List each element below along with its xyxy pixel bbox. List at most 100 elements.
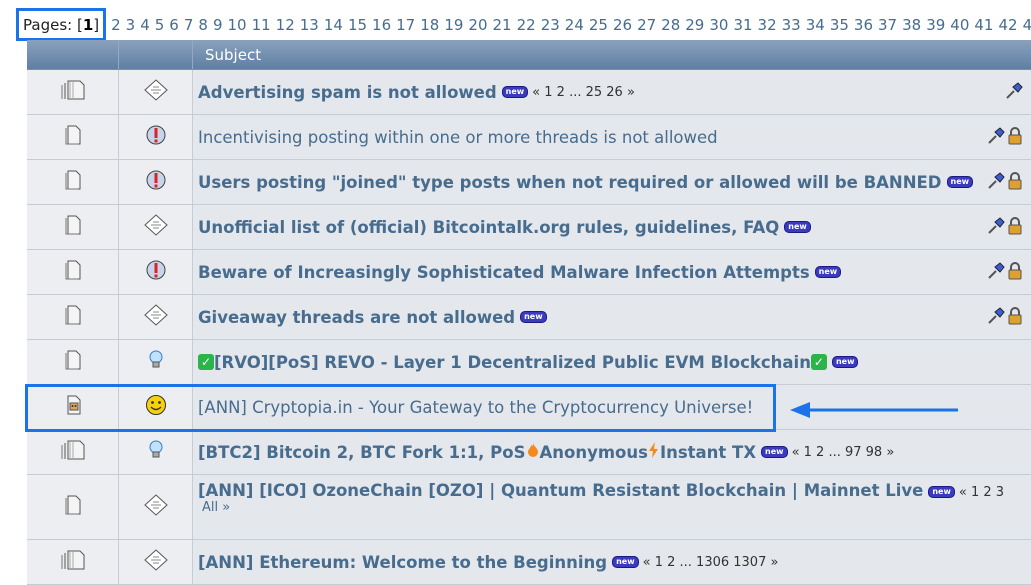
page-icon	[64, 170, 82, 194]
diamond-icon	[143, 303, 169, 331]
fire-icon	[526, 442, 540, 462]
topic-link-end[interactable]: Instant TX	[660, 443, 756, 462]
page-link[interactable]: 19	[444, 16, 463, 34]
topic-type-cell	[119, 475, 193, 539]
page-link[interactable]: 20	[468, 16, 487, 34]
page-link[interactable]: 2	[111, 16, 121, 34]
page-link[interactable]: 30	[709, 16, 728, 34]
subject-cell: Beware of Increasingly Sophisticated Mal…	[193, 250, 1031, 294]
topic-pages[interactable]: « 1 2 ... 97 98 »	[792, 445, 895, 460]
page-link[interactable]: 33	[782, 16, 801, 34]
page-link[interactable]: 35	[830, 16, 849, 34]
page-link[interactable]: 8	[198, 16, 208, 34]
subject-cell: [ANN] [ICO] OzoneChain [OZO] | Quantum R…	[193, 475, 1031, 539]
new-badge[interactable]: new	[784, 221, 811, 233]
pin-icon	[987, 172, 1005, 194]
topic-link[interactable]: [RVO][PoS] REVO - Layer 1 Decentralized …	[214, 353, 811, 372]
page-icon	[64, 260, 82, 284]
new-badge[interactable]: new	[814, 266, 842, 278]
topic-status-cell	[27, 540, 119, 584]
lock-icon	[1007, 262, 1023, 284]
subject-cell: Unofficial list of (official) Bitcointal…	[193, 205, 1031, 249]
topic-pages-all[interactable]: All »	[202, 500, 1031, 515]
page-link[interactable]: 5	[155, 16, 165, 34]
topic-link[interactable]: Giveaway threads are not allowed	[198, 308, 515, 327]
topic-link[interactable]: [ANN] Cryptopia.in - Your Gateway to the…	[198, 398, 753, 417]
topic-type-cell	[119, 430, 193, 474]
page-link[interactable]: 25	[589, 16, 608, 34]
subject-cell: [BTC2] Bitcoin 2, BTC Fork 1:1, PoS Anon…	[193, 430, 1031, 474]
table-row: Unofficial list of (official) Bitcointal…	[27, 205, 1031, 250]
topic-rows: Advertising spam is not allowed new « 1 2 …	[27, 70, 1031, 585]
topic-link[interactable]: Users posting "joined" type posts when n…	[198, 173, 942, 192]
lock-icon	[1007, 172, 1023, 194]
page-link[interactable]: 36	[854, 16, 873, 34]
topic-link[interactable]: [BTC2] Bitcoin 2, BTC Fork 1:1, PoS	[198, 443, 526, 462]
subject-cell: Incentivising posting within one or more…	[193, 115, 1031, 159]
new-badge[interactable]: new	[501, 86, 529, 98]
new-badge[interactable]: new	[612, 556, 639, 568]
new-badge[interactable]: new	[928, 486, 955, 498]
topic-status-cell	[27, 430, 119, 474]
page-link[interactable]: 13	[300, 16, 319, 34]
table-header: Subject	[27, 40, 1031, 70]
topic-pages[interactable]: « 1 2 ... 25 26 »	[532, 85, 635, 100]
current-page: 1	[82, 15, 94, 34]
topic-pages[interactable]: « 1 2 ... 1306 1307 »	[643, 555, 779, 570]
page-link[interactable]: 27	[637, 16, 656, 34]
page-link[interactable]: 34	[806, 16, 825, 34]
lock-icon	[1007, 217, 1023, 239]
page-link[interactable]: 41	[974, 16, 993, 34]
table-row: Beware of Increasingly Sophisticated Mal…	[27, 250, 1031, 295]
topic-link[interactable]: Incentivising posting within one or more…	[198, 128, 718, 147]
new-badge[interactable]: new	[946, 176, 974, 188]
page-link[interactable]: 43	[1023, 16, 1031, 34]
page-link[interactable]: 32	[758, 16, 777, 34]
page-link[interactable]: 24	[565, 16, 584, 34]
page-link[interactable]: 12	[276, 16, 295, 34]
page-link[interactable]: 22	[517, 16, 536, 34]
page-link[interactable]: 18	[420, 16, 439, 34]
topic-link[interactable]: [ANN] [ICO] OzoneChain [OZO] | Quantum R…	[198, 481, 923, 500]
page-link[interactable]: 11	[252, 16, 271, 34]
subject-cell: Users posting "joined" type posts when n…	[193, 160, 1031, 204]
page-link[interactable]: 3	[126, 16, 136, 34]
page-link[interactable]: 38	[902, 16, 921, 34]
page-link[interactable]: 16	[372, 16, 391, 34]
page-link[interactable]: 40	[950, 16, 969, 34]
page-link[interactable]: 23	[541, 16, 560, 34]
page-link[interactable]: 17	[396, 16, 415, 34]
subject-header[interactable]: Subject	[193, 40, 1031, 69]
page-icon	[64, 215, 82, 239]
topic-link[interactable]: Beware of Increasingly Sophisticated Mal…	[198, 263, 810, 282]
page-link[interactable]: 29	[685, 16, 704, 34]
page-link[interactable]: 14	[324, 16, 343, 34]
new-badge[interactable]: new	[761, 446, 788, 458]
page-link[interactable]: 15	[348, 16, 367, 34]
lightbulb-icon	[148, 440, 164, 464]
topic-table: Subject Advertising spam is not allowed n…	[27, 40, 1031, 585]
page-link[interactable]: 39	[926, 16, 945, 34]
page-link[interactable]: 7	[184, 16, 194, 34]
topic-link[interactable]: Unofficial list of (official) Bitcointal…	[198, 218, 779, 237]
page-link[interactable]: 9	[213, 16, 223, 34]
page-link[interactable]: 26	[613, 16, 632, 34]
page-icon	[64, 350, 82, 374]
page-link[interactable]: 21	[493, 16, 512, 34]
topic-status-cell	[27, 205, 119, 249]
multi-page-icon	[60, 80, 86, 104]
lock-icon	[1007, 127, 1023, 149]
new-badge[interactable]: new	[831, 356, 859, 368]
page-link[interactable]: 4	[140, 16, 150, 34]
page-link[interactable]: 28	[661, 16, 680, 34]
page-link[interactable]: 37	[878, 16, 897, 34]
page-link[interactable]: 42	[998, 16, 1017, 34]
page-link[interactable]: 10	[227, 16, 246, 34]
new-badge[interactable]: new	[520, 311, 547, 323]
page-link[interactable]: 31	[733, 16, 752, 34]
topic-type-cell	[119, 250, 193, 294]
page-link[interactable]: 6	[169, 16, 179, 34]
topic-link-mid[interactable]: Anonymous	[540, 443, 648, 462]
topic-pages[interactable]: « 1 2 3	[959, 485, 1004, 500]
topic-link[interactable]: Advertising spam is not allowed	[198, 83, 497, 102]
